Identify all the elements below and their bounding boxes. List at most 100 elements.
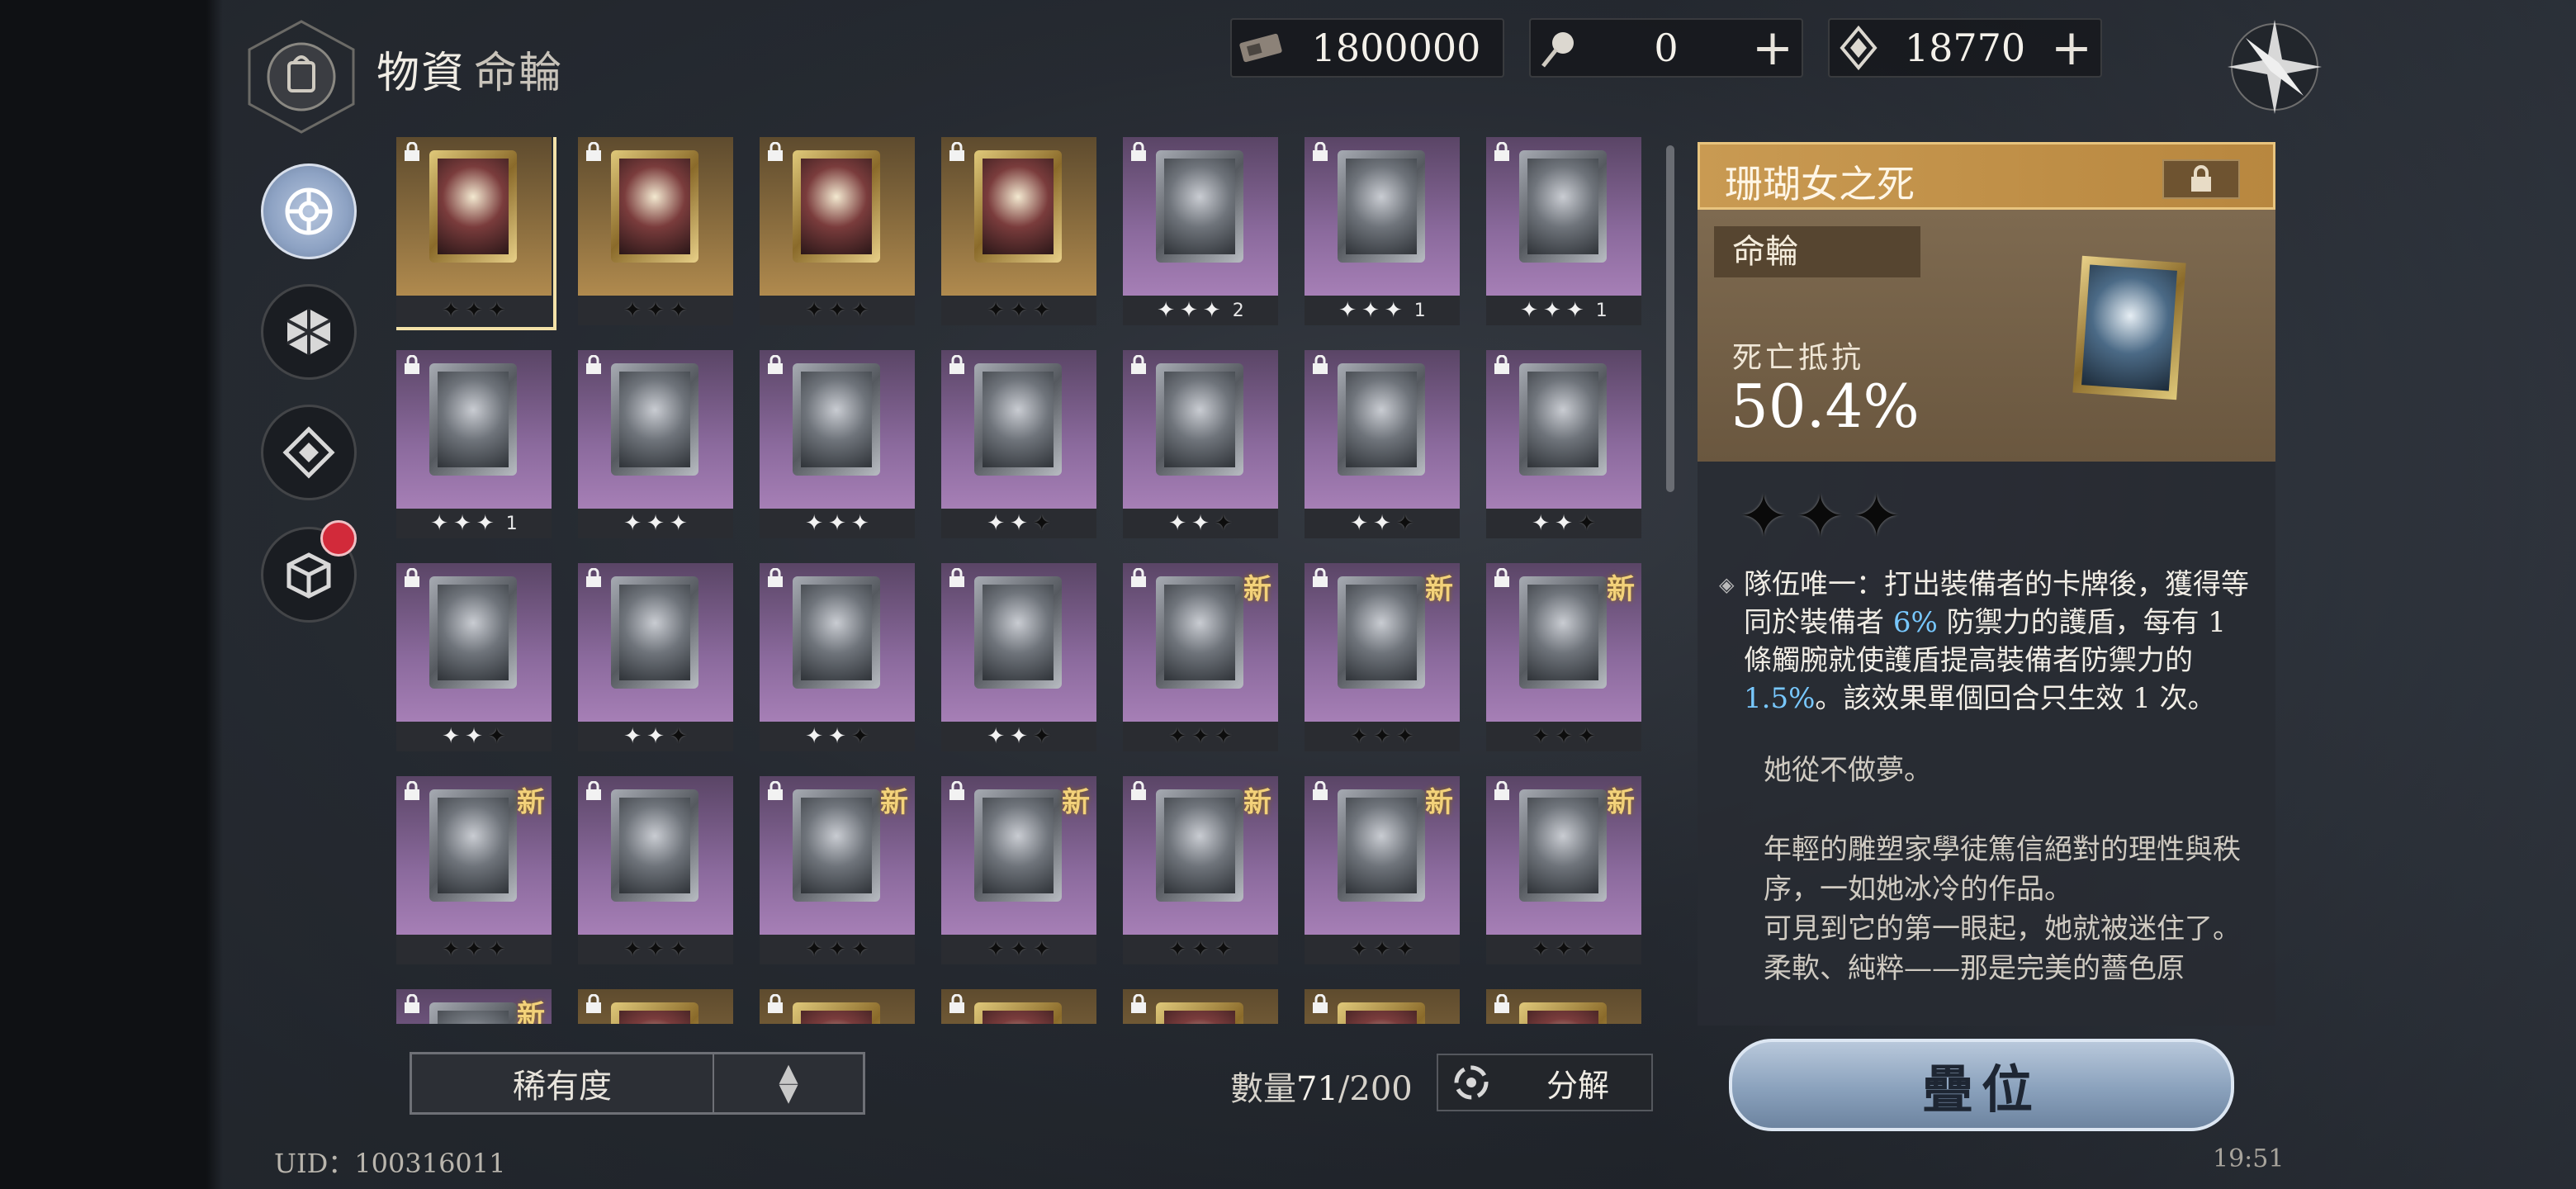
wheel-card[interactable]: ✦ ✦ ✦ (578, 776, 733, 964)
wheel-card[interactable]: 新 (396, 989, 552, 1024)
compass-icon[interactable] (2221, 13, 2328, 121)
nav-diamond-button[interactable] (261, 405, 357, 500)
wheel-card[interactable]: 新 ✦ ✦ ✦ (1123, 563, 1278, 751)
wheel-card[interactable]: 新 ✦ ✦ ✦ (941, 776, 1096, 964)
sort-rarity-dropdown[interactable]: 稀有度 ▲ ▼ (410, 1052, 865, 1115)
wheel-card[interactable] (760, 989, 915, 1024)
coral-tree-icon (438, 159, 509, 254)
decompose-label: 分解 (1546, 1067, 1609, 1104)
star-icon: ✦ (1191, 937, 1210, 962)
wheel-card[interactable]: ✦ ✦ ✦ (941, 563, 1096, 751)
wheel-card[interactable]: ✦ ✦ ✦ (396, 137, 556, 330)
wheel-card[interactable] (941, 989, 1096, 1024)
wheel-card[interactable]: 新 ✦ ✦ ✦ (1305, 563, 1460, 751)
card-frame (974, 1002, 1062, 1024)
wheel-card[interactable]: ✦ ✦ ✦ (1486, 350, 1641, 538)
star-icon: ✦ (669, 511, 688, 536)
wheel-card[interactable]: 新 ✦ ✦ ✦ (1305, 776, 1460, 964)
wheel-card[interactable] (1305, 989, 1460, 1024)
wheel-card[interactable]: ✦ ✦ ✦ 1 (396, 350, 552, 538)
flavor-line: 柔軟、純粹——那是完美的薔色原 (1764, 952, 2185, 985)
wheel-card[interactable]: ✦ ✦ ✦ (578, 350, 733, 538)
wheel-card[interactable]: ✦ ✦ ✦ (396, 563, 552, 751)
lock-icon (2191, 165, 2211, 192)
new-badge: 新 (1425, 786, 1453, 819)
flavor-line: 可見到它的第一眼起，她就被迷住了。 (1764, 912, 2241, 945)
wheel-card[interactable]: ✦ ✦ ✦ 1 (1305, 137, 1460, 325)
detail-effect: ◈ 隊伍唯一：打出裝備者的卡牌後，獲得等同於裝備者 6% 防禦力的護盾，每有 1… (1719, 566, 2256, 718)
wheel-card[interactable] (1123, 989, 1278, 1024)
cloth-icon (1527, 585, 1598, 680)
star-icon: ✦ (1168, 937, 1187, 962)
decompose-button[interactable]: 分解 (1437, 1054, 1653, 1111)
nav-wheel-button[interactable] (261, 163, 357, 259)
sort-label: 稀有度 (513, 1068, 612, 1106)
wheel-card[interactable]: 新 ✦ ✦ ✦ (1486, 563, 1641, 751)
lock-icon (768, 781, 783, 800)
star-icon: ✦ (805, 298, 824, 323)
wheel-card[interactable]: ✦ ✦ ✦ (941, 350, 1096, 538)
page-title: 物資 命輪 (376, 38, 563, 100)
wheel-card[interactable] (578, 989, 733, 1024)
star-icon: ✦ (1214, 937, 1233, 962)
swirl-icon (438, 798, 509, 893)
stack-button[interactable]: 疊位 (1729, 1039, 2234, 1131)
star-icon: ✦ (1214, 724, 1233, 749)
wheel-card[interactable] (1486, 989, 1641, 1024)
detail-header: 珊瑚女之死 (1698, 142, 2275, 210)
wheel-card[interactable]: ✦ ✦ ✦ (578, 563, 733, 751)
card-stars: ✦ ✦ ✦ (760, 509, 915, 538)
card-frame (429, 363, 517, 476)
wheel-card[interactable]: ✦ ✦ ✦ (1123, 350, 1278, 538)
lock-icon (586, 142, 601, 161)
wheel-card[interactable]: ✦ ✦ ✦ 1 (1486, 137, 1641, 325)
card-frame (1156, 150, 1243, 263)
wheel-card[interactable]: 新 ✦ ✦ ✦ (1486, 776, 1641, 964)
sort-order-toggle-icon[interactable]: ▲ ▼ (713, 1054, 863, 1112)
quantity-label: 數量 (1230, 1070, 1296, 1108)
card-stars: ✦ ✦ ✦ (578, 509, 733, 538)
star-icon: ✦ (465, 298, 483, 323)
scepter-icon (1527, 372, 1598, 467)
card-frame (1156, 363, 1243, 476)
lock-toggle-button[interactable] (2162, 159, 2240, 199)
add-orb-button[interactable]: + (1744, 23, 1802, 73)
star-icon: ✦ (1191, 724, 1210, 749)
flavor-line (1764, 790, 2259, 830)
effect-text-3: 。該效果單個回合只生效 1 次。 (1815, 682, 2216, 715)
star-icon: ✦ (1555, 724, 1573, 749)
card-stars: ✦ ✦ ✦ (941, 296, 1096, 325)
star-icon: ✦ (828, 511, 846, 536)
necklace-icon (1164, 585, 1235, 680)
card-stars: ✦ ✦ ✦ 2 (1123, 296, 1278, 325)
card-frame (974, 363, 1062, 476)
grid-scrollbar[interactable] (1666, 145, 1674, 492)
star-icon: ✦ (669, 937, 688, 962)
card-frame (1156, 576, 1243, 689)
card-stars: ✦ ✦ ✦ (578, 722, 733, 751)
add-crystal-button[interactable]: + (2043, 23, 2100, 73)
flavor-line: 年輕的雕塑家學徒篤信絕對的理性與秩序，一如她冰冷的作品。 (1764, 833, 2241, 906)
wheel-card[interactable]: 新 ✦ ✦ ✦ (1123, 776, 1278, 964)
star-icon: ✦ (623, 937, 642, 962)
wheel-card[interactable]: ✦ ✦ ✦ (1305, 350, 1460, 538)
new-badge: 新 (1243, 786, 1271, 819)
lock-icon (768, 355, 783, 374)
star-icon: ✦ (850, 724, 869, 749)
cat-icon (619, 585, 690, 680)
wheel-card[interactable]: ✦ ✦ ✦ (760, 563, 915, 751)
star-icon: ✦ (1168, 724, 1187, 749)
card-frame (793, 363, 880, 476)
card-stars: ✦ ✦ ✦ (1486, 722, 1641, 751)
card-frame (1338, 1002, 1425, 1024)
wheel-card[interactable]: 新 ✦ ✦ ✦ (396, 776, 552, 964)
star-icon: ✦ (805, 724, 824, 749)
wheel-card[interactable]: ✦ ✦ ✦ (760, 350, 915, 538)
wheel-card[interactable]: ✦ ✦ ✦ (941, 137, 1096, 325)
nav-hexagon-button[interactable] (261, 284, 357, 380)
wheel-card[interactable]: ✦ ✦ ✦ (760, 137, 915, 325)
wheel-card[interactable]: ✦ ✦ ✦ 2 (1123, 137, 1278, 325)
wheel-card[interactable]: 新 ✦ ✦ ✦ (760, 776, 915, 964)
star-icon: ✦ (1520, 298, 1539, 323)
wheel-card[interactable]: ✦ ✦ ✦ (578, 137, 733, 325)
